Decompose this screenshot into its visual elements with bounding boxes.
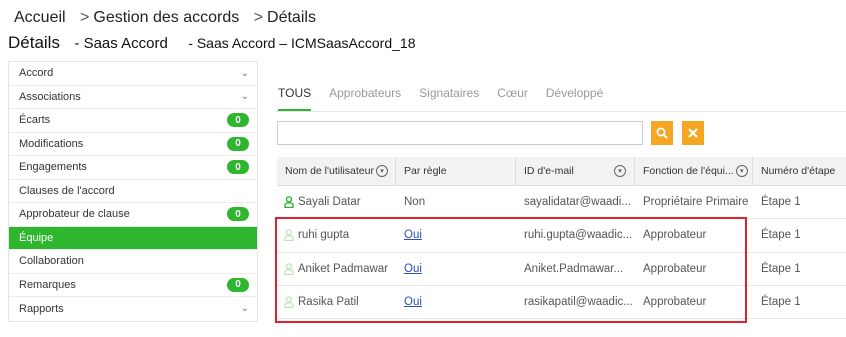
team-table: Nom de l'utilisateur ▾ Par règle ID d'e-m… [277, 157, 846, 320]
breadcrumb-separator: > [253, 9, 264, 26]
rule-link[interactable]: Oui [404, 263, 422, 275]
sidebar-item-engagements[interactable]: Engagements 0 [9, 156, 257, 180]
tab-developpe[interactable]: Développé [546, 86, 603, 111]
filter-icon[interactable]: ▾ [614, 165, 626, 177]
sidebar-item-label: Associations [19, 90, 81, 103]
filter-icon[interactable]: ▾ [735, 165, 748, 177]
sidebar-item-remarques[interactable]: Remarques 0 [9, 274, 257, 297]
role-value: Approbateur [643, 296, 707, 309]
breadcrumb-home[interactable]: Accueil [14, 9, 66, 26]
sidebar-item-equipe[interactable]: Équipe [9, 226, 257, 250]
breadcrumb-section[interactable]: Gestion des accords [93, 9, 239, 26]
role-value: Propriétaire Primaire [643, 196, 749, 209]
sidebar-item-modifications[interactable]: Modifications 0 [9, 133, 257, 156]
step-value: Étape 1 [761, 296, 801, 309]
sidebar-item-accord[interactable]: Accord ⌄ [9, 62, 257, 86]
sidebar-item-label: Engagements [19, 161, 87, 174]
search-button[interactable] [651, 121, 673, 145]
count-badge: 0 [227, 277, 249, 292]
tab-bar: TOUS Approbateurs Signataires Cœur Dével… [278, 86, 621, 111]
sidebar-item-associations[interactable]: Associations ⌄ [9, 86, 257, 109]
table-row[interactable]: Aniket Padmawar Oui Aniket.Padmawar... A… [277, 253, 846, 286]
breadcrumb-separator: > [80, 9, 90, 26]
agreement-name: - Saas Accord [74, 35, 168, 52]
sidebar-item-label: Remarques [19, 278, 76, 291]
sidebar-item-label: Équipe [19, 231, 54, 244]
email-value: sayalidatar@waadi... [524, 196, 631, 209]
email-value: rasikapatil@waadic... [524, 296, 633, 309]
user-icon [284, 263, 294, 275]
user-name: Sayali Datar [298, 196, 361, 209]
step-value: Étape 1 [761, 196, 801, 209]
table-row[interactable]: Rasika Patil Oui rasikapatil@waadic... A… [277, 286, 846, 320]
sidebar-item-rapports[interactable]: Rapports ⌄ [9, 297, 257, 321]
table-row[interactable]: Sayali Datar Non sayalidatar@waadi... Pr… [277, 186, 846, 220]
sidebar: Accord ⌄ Associations ⌄ Écarts 0 Modificati… [8, 61, 258, 322]
user-name: ruhi gupta [298, 229, 350, 242]
header-email[interactable]: ID d'e-mail ▾ [516, 157, 635, 185]
sidebar-item-label: Collaboration [19, 255, 84, 268]
tab-approbateurs[interactable]: Approbateurs [329, 86, 401, 111]
sidebar-item-clause-approver[interactable]: Approbateur de clause 0 [9, 203, 257, 227]
rule-link[interactable]: Oui [404, 296, 422, 308]
header-team-role[interactable]: Fonction de l'équi... ▾ [635, 157, 753, 185]
sidebar-item-clauses[interactable]: Clauses de l'accord [9, 180, 257, 203]
count-badge: 0 [227, 207, 249, 222]
tabs-divider [276, 111, 846, 112]
sidebar-item-label: Modifications [19, 137, 84, 150]
step-value: Étape 1 [761, 229, 801, 242]
chevron-down-icon: ⌄ [240, 303, 249, 315]
close-icon [688, 128, 698, 138]
sidebar-item-ecarts[interactable]: Écarts 0 [9, 109, 257, 133]
filter-icon[interactable]: ▾ [375, 165, 388, 177]
rule-value: Non [404, 196, 426, 209]
user-icon [284, 229, 294, 242]
header-step[interactable]: Numéro d'étape [753, 157, 846, 185]
breadcrumb: Accueil > Gestion des accords > Détails [14, 9, 316, 27]
count-badge: 0 [227, 113, 249, 128]
sidebar-item-label: Accord [19, 67, 54, 80]
step-value: Étape 1 [761, 262, 801, 275]
sidebar-item-collaboration[interactable]: Collaboration [9, 250, 257, 274]
sidebar-item-label: Rapports [19, 302, 64, 315]
table-row[interactable]: ruhi gupta Oui ruhi.gupta@waadic... Appr… [277, 219, 846, 253]
count-badge: 0 [227, 136, 249, 151]
chevron-down-icon: ⌄ [240, 67, 249, 79]
role-value: Approbateur [643, 229, 707, 242]
tab-signataires[interactable]: Signataires [419, 86, 479, 111]
agreement-subtitle: - Saas Accord – ICMSaasAccord_18 [188, 35, 416, 51]
tab-tous[interactable]: TOUS [278, 86, 312, 111]
user-name: Rasika Patil [298, 296, 359, 309]
table-header: Nom de l'utilisateur ▾ Par règle ID d'e-m… [277, 157, 846, 186]
search-icon [656, 127, 668, 139]
sidebar-item-label: Écarts [19, 114, 51, 127]
sidebar-item-label: Approbateur de clause [19, 208, 130, 221]
breadcrumb-current: Détails [267, 9, 316, 26]
user-icon [284, 296, 294, 309]
role-value: Approbateur [643, 262, 707, 275]
header-username[interactable]: Nom de l'utilisateur ▾ [277, 157, 396, 185]
tab-coeur[interactable]: Cœur [497, 86, 528, 111]
page-title: Détails - Saas Accord - Saas Accord – IC… [8, 33, 416, 53]
email-value: ruhi.gupta@waadic... [524, 229, 633, 242]
page-title-label: Détails [8, 33, 60, 52]
email-value: Aniket.Padmawar... [524, 262, 624, 275]
sidebar-item-label: Clauses de l'accord [19, 184, 115, 197]
search-input[interactable] [277, 121, 643, 145]
user-icon [284, 196, 294, 209]
header-rule[interactable]: Par règle [396, 157, 516, 185]
clear-button[interactable] [682, 121, 704, 145]
count-badge: 0 [227, 160, 249, 175]
rule-link[interactable]: Oui [404, 229, 422, 241]
user-name: Aniket Padmawar [297, 262, 388, 275]
chevron-down-icon: ⌄ [240, 91, 249, 103]
